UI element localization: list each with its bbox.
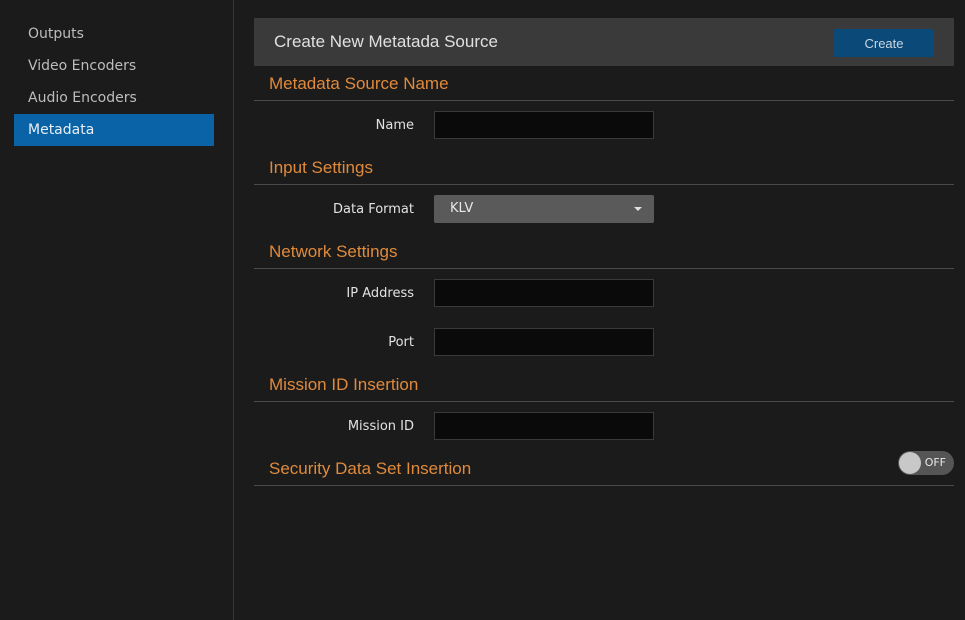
section-network-settings: Network Settings xyxy=(254,234,954,269)
sidebar-item-metadata[interactable]: Metadata xyxy=(14,114,214,146)
sidebar-item-outputs[interactable]: Outputs xyxy=(14,18,214,50)
sidebar: Outputs Video Encoders Audio Encoders Me… xyxy=(0,0,234,620)
section-title: Security Data Set Insertion xyxy=(269,459,472,478)
data-format-value: KLV xyxy=(450,201,474,216)
sidebar-item-audio-encoders[interactable]: Audio Encoders xyxy=(14,82,214,114)
data-format-select[interactable]: KLV xyxy=(434,195,654,223)
ip-address-label: IP Address xyxy=(346,286,414,301)
section-mission-id-insertion: Mission ID Insertion xyxy=(254,367,954,402)
ip-address-row: IP Address xyxy=(254,269,954,318)
sidebar-nav: Outputs Video Encoders Audio Encoders Me… xyxy=(14,18,214,146)
name-row: Name xyxy=(254,101,954,150)
data-format-row: Data Format KLV xyxy=(254,185,954,234)
section-security-data-set-insertion: Security Data Set Insertion OFF xyxy=(254,451,954,486)
port-label: Port xyxy=(388,335,414,350)
section-title: Mission ID Insertion xyxy=(269,375,419,394)
mission-id-input[interactable] xyxy=(434,412,654,440)
security-toggle[interactable]: OFF xyxy=(898,451,954,475)
section-input-settings: Input Settings xyxy=(254,150,954,185)
section-metadata-source-name: Metadata Source Name xyxy=(254,66,954,101)
page-header: Create New Metatada Source Create xyxy=(254,18,954,66)
toggle-state-label: OFF xyxy=(924,456,946,469)
create-button[interactable]: Create xyxy=(834,29,934,57)
port-row: Port xyxy=(254,318,954,367)
caret-down-icon xyxy=(634,207,642,211)
name-input[interactable] xyxy=(434,111,654,139)
sidebar-item-video-encoders[interactable]: Video Encoders xyxy=(14,50,214,82)
page-title: Create New Metatada Source xyxy=(274,32,498,51)
name-label: Name xyxy=(375,118,414,133)
data-format-label: Data Format xyxy=(333,202,414,217)
section-title: Metadata Source Name xyxy=(269,74,449,93)
mission-id-row: Mission ID xyxy=(254,402,954,451)
main-panel: Create New Metatada Source Create Metada… xyxy=(254,18,954,486)
section-title: Network Settings xyxy=(269,242,398,261)
port-input[interactable] xyxy=(434,328,654,356)
toggle-knob xyxy=(899,452,921,474)
section-title: Input Settings xyxy=(269,158,373,177)
ip-address-input[interactable] xyxy=(434,279,654,307)
mission-id-label: Mission ID xyxy=(347,419,414,434)
